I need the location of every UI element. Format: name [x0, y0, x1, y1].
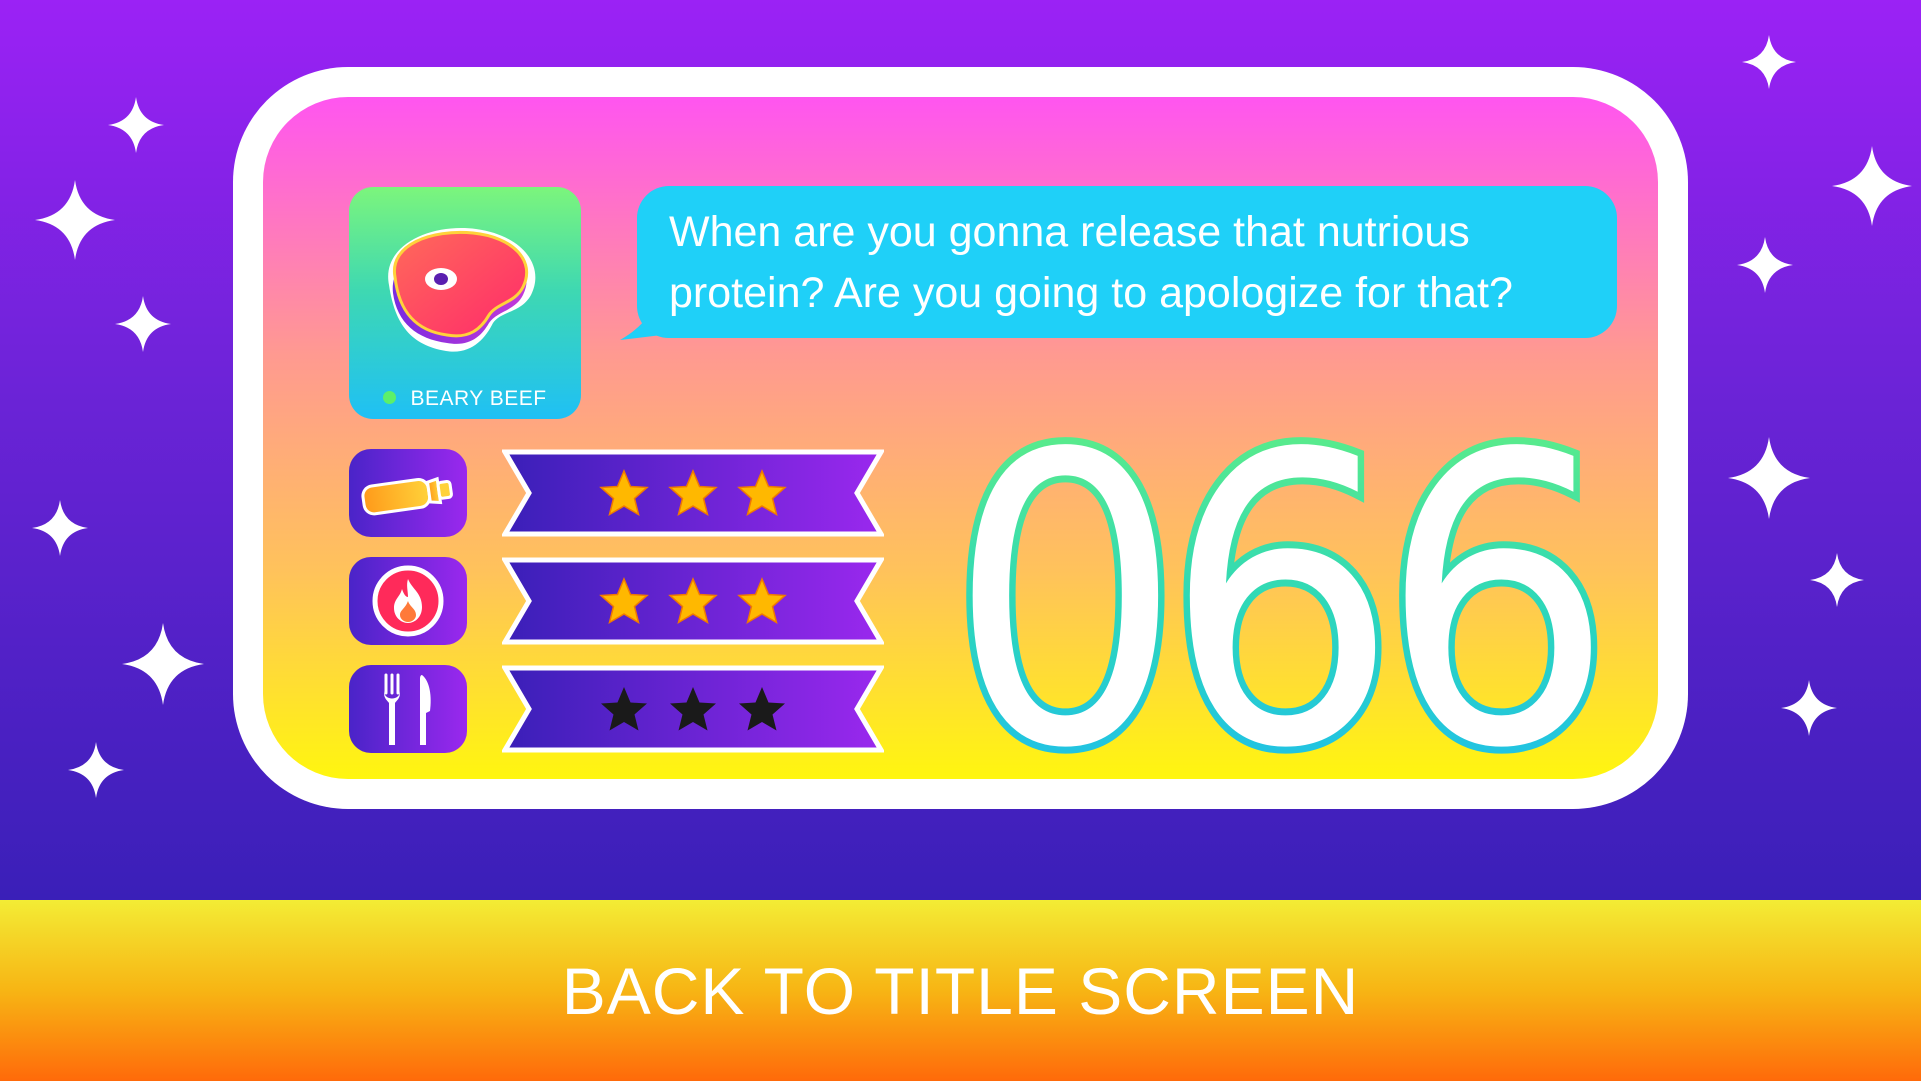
- character-name: BEARY BEEF: [410, 387, 547, 410]
- fork-knife-icon: [384, 673, 431, 745]
- steak-icon: [388, 228, 536, 352]
- sparkle-icon: [1832, 146, 1912, 226]
- back-to-title-button[interactable]: BACK TO TITLE SCREEN: [0, 900, 1921, 1081]
- rating-ribbon-heat: [502, 557, 884, 645]
- sparkle-icon: [1737, 237, 1793, 293]
- sparkle-icon: [108, 97, 164, 153]
- sparkle-icon: [32, 500, 88, 556]
- sparkle-icon: [1728, 437, 1810, 519]
- score-display: 066: [942, 435, 1621, 765]
- score-value: 066: [948, 435, 1595, 765]
- sparkle-icon: [1742, 35, 1796, 89]
- character-avatar: BEARY BEEF: [349, 187, 581, 419]
- protein-bottle-icon: [361, 476, 453, 516]
- dialogue-message: When are you gonna release that nutrious…: [669, 208, 1513, 317]
- sparkle-icon: [68, 742, 124, 798]
- sparkle-icon: [35, 180, 115, 260]
- protein-category: [349, 449, 467, 537]
- speech-bubble: When are you gonna release that nutrious…: [637, 186, 1617, 338]
- sparkle-icon: [1781, 680, 1837, 736]
- bottom-bar: BACK TO TITLE SCREEN: [0, 900, 1921, 1081]
- fire-icon: [372, 565, 444, 637]
- rating-ribbon-meal: [502, 665, 884, 753]
- character-name-label: BEARY BEEF: [349, 387, 581, 411]
- sparkle-icon: [115, 296, 171, 352]
- sparkle-icon: [122, 623, 204, 705]
- online-status-dot: [383, 391, 397, 404]
- sparkle-icon: [1810, 553, 1864, 607]
- heat-category: [349, 557, 467, 645]
- meal-category: [349, 665, 467, 753]
- rating-ribbon-protein: [502, 449, 884, 537]
